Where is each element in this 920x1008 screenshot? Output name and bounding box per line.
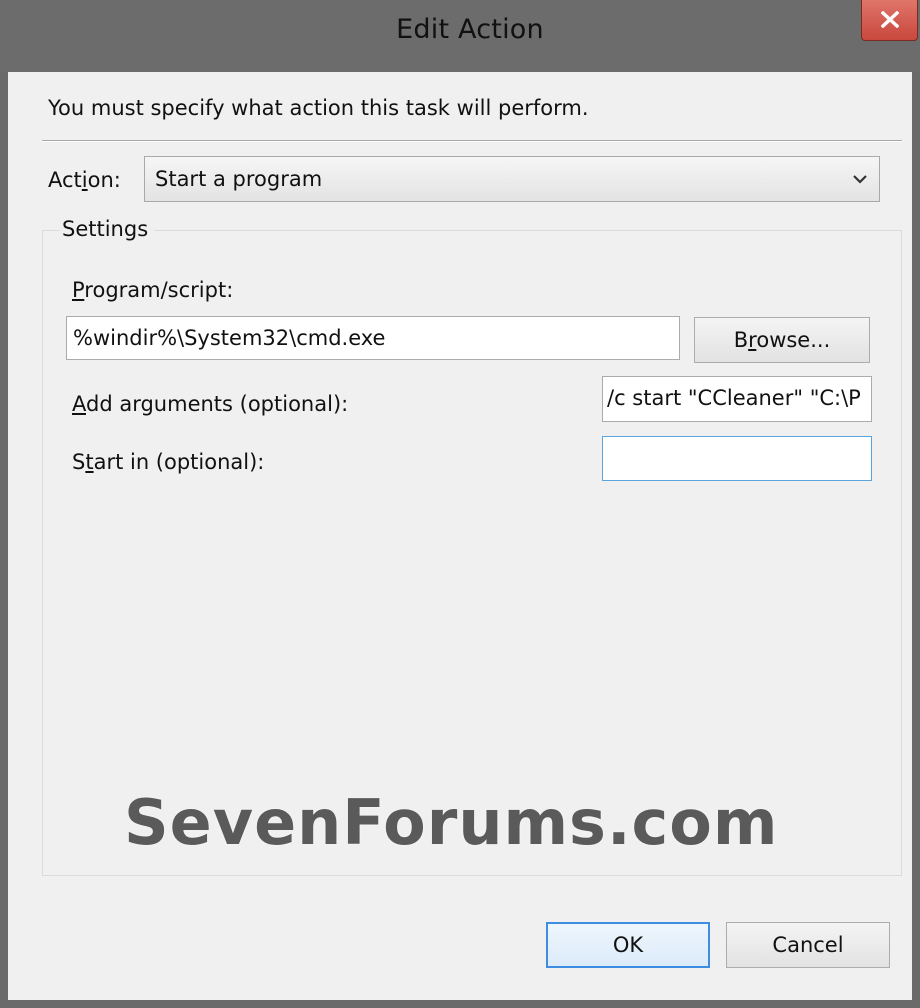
chevron-down-icon bbox=[853, 175, 867, 184]
add-arguments-field[interactable]: /c start "CCleaner" "C:\P bbox=[602, 376, 872, 422]
settings-legend: Settings bbox=[60, 217, 155, 241]
browse-button[interactable]: Browse... bbox=[694, 317, 870, 363]
ok-button[interactable]: OK bbox=[546, 922, 710, 968]
close-button[interactable] bbox=[861, 0, 918, 41]
title-bar[interactable]: Edit Action bbox=[0, 0, 920, 72]
dialog-body: You must specify what action this task w… bbox=[8, 72, 912, 1000]
action-dropdown[interactable]: Start a program bbox=[144, 156, 880, 202]
action-label: Action: bbox=[48, 168, 121, 192]
watermark-logo: SevenForums.com bbox=[124, 786, 779, 859]
window-title: Edit Action bbox=[396, 14, 544, 45]
separator bbox=[42, 140, 902, 142]
edit-action-dialog: Edit Action You must specify what action… bbox=[0, 0, 920, 1008]
add-arguments-label: Add arguments (optional): bbox=[72, 392, 349, 416]
close-icon bbox=[881, 11, 899, 28]
start-in-label: Start in (optional): bbox=[72, 450, 265, 474]
start-in-field[interactable] bbox=[602, 436, 872, 481]
program-script-field[interactable]: %windir%\System32\cmd.exe bbox=[66, 316, 680, 360]
action-selected-value: Start a program bbox=[155, 167, 323, 191]
program-script-label: Program/script: bbox=[72, 278, 234, 302]
add-arguments-value: /c start "CCleaner" "C:\P bbox=[607, 386, 861, 410]
program-script-value: %windir%\System32\cmd.exe bbox=[73, 326, 386, 350]
instruction-text: You must specify what action this task w… bbox=[48, 96, 589, 120]
cancel-button[interactable]: Cancel bbox=[726, 922, 890, 968]
